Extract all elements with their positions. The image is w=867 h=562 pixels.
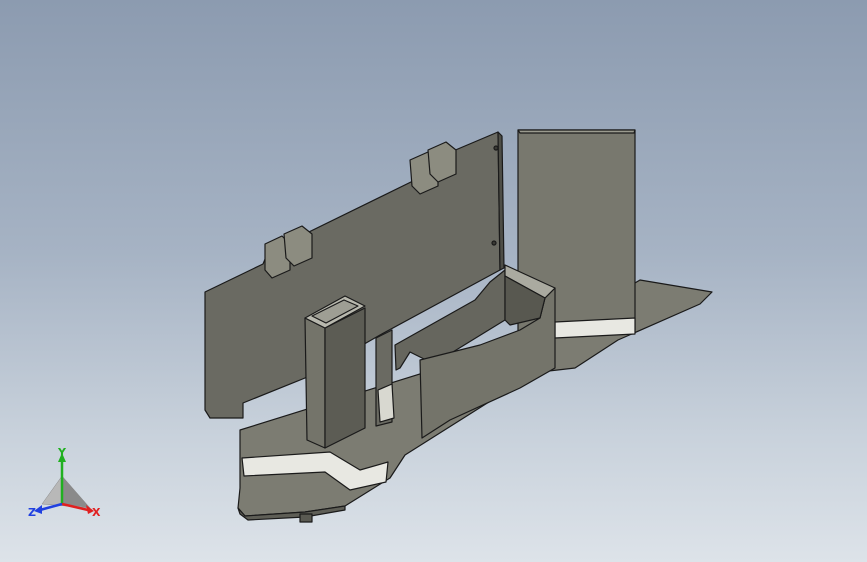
left-block-front: [304, 317, 326, 449]
left-block-side: [324, 307, 366, 449]
x-axis-label: X: [92, 506, 101, 519]
3d-part-model[interactable]: [0, 0, 867, 562]
z-axis-label: Z: [28, 506, 36, 519]
inner-highlight: [377, 383, 395, 423]
base-notch: [299, 513, 313, 523]
graphics-viewport[interactable]: Y X Z: [0, 0, 867, 562]
tab-2: [283, 225, 313, 267]
hole-2: [491, 240, 497, 246]
y-axis-label: Y: [57, 448, 67, 459]
tall-panel-top: [517, 129, 636, 134]
base-highlight-right: [554, 317, 636, 339]
tab-4: [427, 141, 457, 183]
axis-triad: Y X Z: [28, 448, 101, 519]
hole-1: [493, 145, 499, 151]
